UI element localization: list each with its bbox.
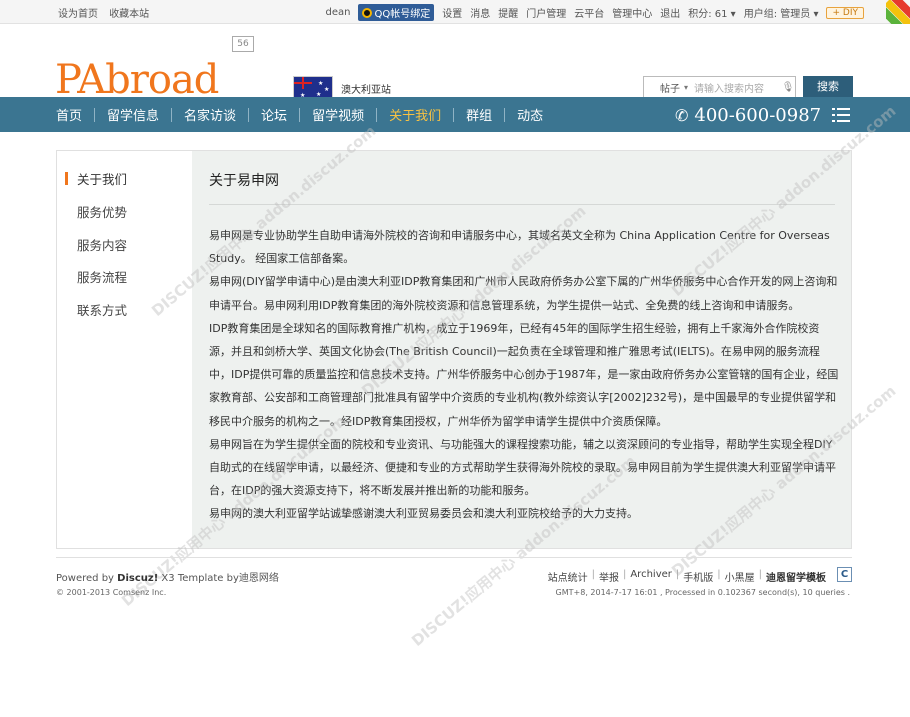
footer-links: 站点统计 | 举报 | Archiver | 手机版 | 小黑屋 | 迪恩留学模板 <box>547 569 826 584</box>
main-nav: 首页 留学信息 名家访谈 论坛 留学视频 关于我们 群组 动态 ✆ 400-600-0987 <box>0 97 910 132</box>
points-link[interactable]: 积分: 61 ▾ <box>688 5 736 20</box>
username-link[interactable]: dean <box>325 7 350 18</box>
paragraph: 易申网(DIY留学申请中心)是由澳大利亚IDP教育集团和广州市人民政府侨务办公室… <box>209 275 838 312</box>
nav-item[interactable]: 留学视频 <box>287 105 364 124</box>
sidebar-item-about[interactable]: 关于我们 <box>77 169 127 188</box>
corner-ribbon-icon <box>886 0 910 24</box>
microphone-icon[interactable]: 🎙 <box>781 82 795 93</box>
paragraph: 易申网旨在为学生提供全面的院校和专业资讯、与功能强大的课程搜索功能，辅之以资深顾… <box>209 437 836 498</box>
footer-link-report[interactable]: 举报 <box>599 569 619 584</box>
nav-list: 首页 留学信息 名家访谈 论坛 留学视频 关于我们 群组 动态 <box>56 97 543 132</box>
top-link-settings[interactable]: 设置 <box>442 5 462 20</box>
qq-bind-button[interactable]: QQ帐号绑定 <box>358 4 435 21</box>
user-group-link[interactable]: 用户组: 管理员 ▾ <box>744 5 819 20</box>
comsenz-icon[interactable]: C <box>837 567 852 582</box>
gmt-info: GMT+8, 2014-7-17 16:01 , Processed in 0.… <box>555 588 850 597</box>
diy-button[interactable]: + DIY <box>826 6 864 19</box>
footer: Powered by Discuz! X3 Template by迪恩网络 © … <box>56 557 852 602</box>
search-button[interactable]: 搜索 <box>803 76 853 98</box>
main-panel: 关于我们 服务优势 服务内容 服务流程 联系方式 关于易申网 易申网是专业协助学… <box>56 150 852 549</box>
top-left-links: 设为首页 收藏本站 <box>58 5 157 20</box>
footer-link-mobile[interactable]: 手机版 <box>683 569 713 584</box>
nav-item-label: 首页 <box>56 109 83 124</box>
nav-separator <box>171 107 173 122</box>
bookmark-link[interactable]: 收藏本站 <box>109 9 149 20</box>
speech-badge: 56 <box>232 36 254 52</box>
top-link-cloud[interactable]: 云平台 <box>574 5 604 20</box>
top-link-portal-admin[interactable]: 门户管理 <box>526 5 566 20</box>
phone-icon: ✆ <box>675 106 689 125</box>
nav-item-label: 群组 <box>466 109 493 124</box>
sidebar-item-advantages[interactable]: 服务优势 <box>77 202 127 221</box>
footer-link-blacklist[interactable]: 小黑屋 <box>725 569 755 584</box>
site-logo[interactable]: PAbroad <box>55 60 219 100</box>
paragraph: IDP教育集团是全球知名的国际教育推广机构，成立于1969年，已经有45年的国际… <box>209 321 839 428</box>
nav-item[interactable]: 论坛 <box>236 105 287 124</box>
content-area: 关于易申网 易申网是专业协助学生自助申请海外院校的咨询和申请服务中心，其域名英文… <box>192 151 851 548</box>
discuz-link[interactable]: Discuz! <box>117 573 158 584</box>
footer-link-archiver[interactable]: Archiver <box>630 569 672 584</box>
article-body: 易申网是专业协助学生自助申请海外院校的咨询和申请服务中心，其域名英文全称为 Ch… <box>209 224 839 526</box>
nav-item-label: 留学信息 <box>107 109 160 124</box>
nav-item[interactable]: 名家访谈 <box>159 105 236 124</box>
footer-link-template[interactable]: 迪恩留学模板 <box>766 569 826 584</box>
top-link-admin-center[interactable]: 管理中心 <box>612 5 652 20</box>
paragraph: 易申网是专业协助学生自助申请海外院校的咨询和申请服务中心，其域名英文全称为 Ch… <box>209 229 830 266</box>
top-link-messages[interactable]: 消息 <box>470 5 490 20</box>
nav-item-label: 关于我们 <box>389 109 442 124</box>
divider <box>209 204 835 205</box>
nav-item[interactable]: 关于我们 <box>364 105 441 124</box>
page-title: 关于易申网 <box>209 173 279 189</box>
nav-item-label: 留学视频 <box>312 109 365 124</box>
chevron-down-icon: ▾ <box>684 82 689 92</box>
nav-item[interactable]: 留学信息 <box>82 105 159 124</box>
site-name: 澳大利亚站 <box>341 85 391 96</box>
phone-number: ✆ 400-600-0987 <box>675 105 822 126</box>
top-right-links: dean QQ帐号绑定 设置 消息 提醒 门户管理 云平台 管理中心 退出 积分… <box>325 4 864 21</box>
nav-separator <box>453 107 455 122</box>
powered-by: Powered by Discuz! X3 Template by迪恩网络 <box>56 573 279 584</box>
paragraph: 易申网的澳大利亚留学站诚挚感谢澳大利亚贸易委员会和澳大利亚院校给予的大力支持。 <box>209 507 638 521</box>
set-home-link[interactable]: 设为首页 <box>58 9 98 20</box>
menu-icon[interactable] <box>832 108 850 122</box>
search-type-select[interactable]: 帖子 <box>644 80 684 95</box>
nav-item-label: 名家访谈 <box>184 109 237 124</box>
qq-icon <box>362 7 373 18</box>
top-bar: 设为首页 收藏本站 dean QQ帐号绑定 设置 消息 提醒 门户管理 云平台 … <box>0 0 910 24</box>
nav-item-label: 动态 <box>517 109 544 124</box>
header: PAbroad 56 ★ ★ ★ ★ 澳大利亚站 帖子 ▾ 请输入搜索内容 🎙 … <box>0 24 910 100</box>
active-indicator <box>65 172 68 185</box>
top-link-logout[interactable]: 退出 <box>660 5 680 20</box>
sidebar-item-services[interactable]: 服务内容 <box>77 235 127 254</box>
sidebar-item-contact[interactable]: 联系方式 <box>77 300 127 319</box>
nav-separator <box>94 107 96 122</box>
nav-separator <box>299 107 301 122</box>
chevron-down-icon: ▾ <box>730 9 736 20</box>
nav-item[interactable]: 群组 <box>441 105 492 124</box>
nav-separator <box>504 107 506 122</box>
nav-item[interactable]: 首页 <box>56 105 82 124</box>
top-link-notices[interactable]: 提醒 <box>498 5 518 20</box>
search-input[interactable]: 请输入搜索内容 <box>694 80 781 95</box>
nav-item[interactable]: 动态 <box>492 105 543 124</box>
chevron-down-icon: ▾ <box>813 9 819 20</box>
nav-item-label: 论坛 <box>261 109 288 124</box>
nav-separator <box>248 107 250 122</box>
nav-separator <box>376 107 378 122</box>
copyright: © 2001-2013 Comsenz Inc. <box>56 588 167 597</box>
sidebar: 关于我们 服务优势 服务内容 服务流程 联系方式 <box>57 151 192 548</box>
plus-icon: + <box>832 7 841 18</box>
search-box: 帖子 ▾ 请输入搜索内容 🎙 <box>643 76 796 98</box>
sidebar-item-process[interactable]: 服务流程 <box>77 267 127 286</box>
footer-link-stats[interactable]: 站点统计 <box>548 569 588 584</box>
